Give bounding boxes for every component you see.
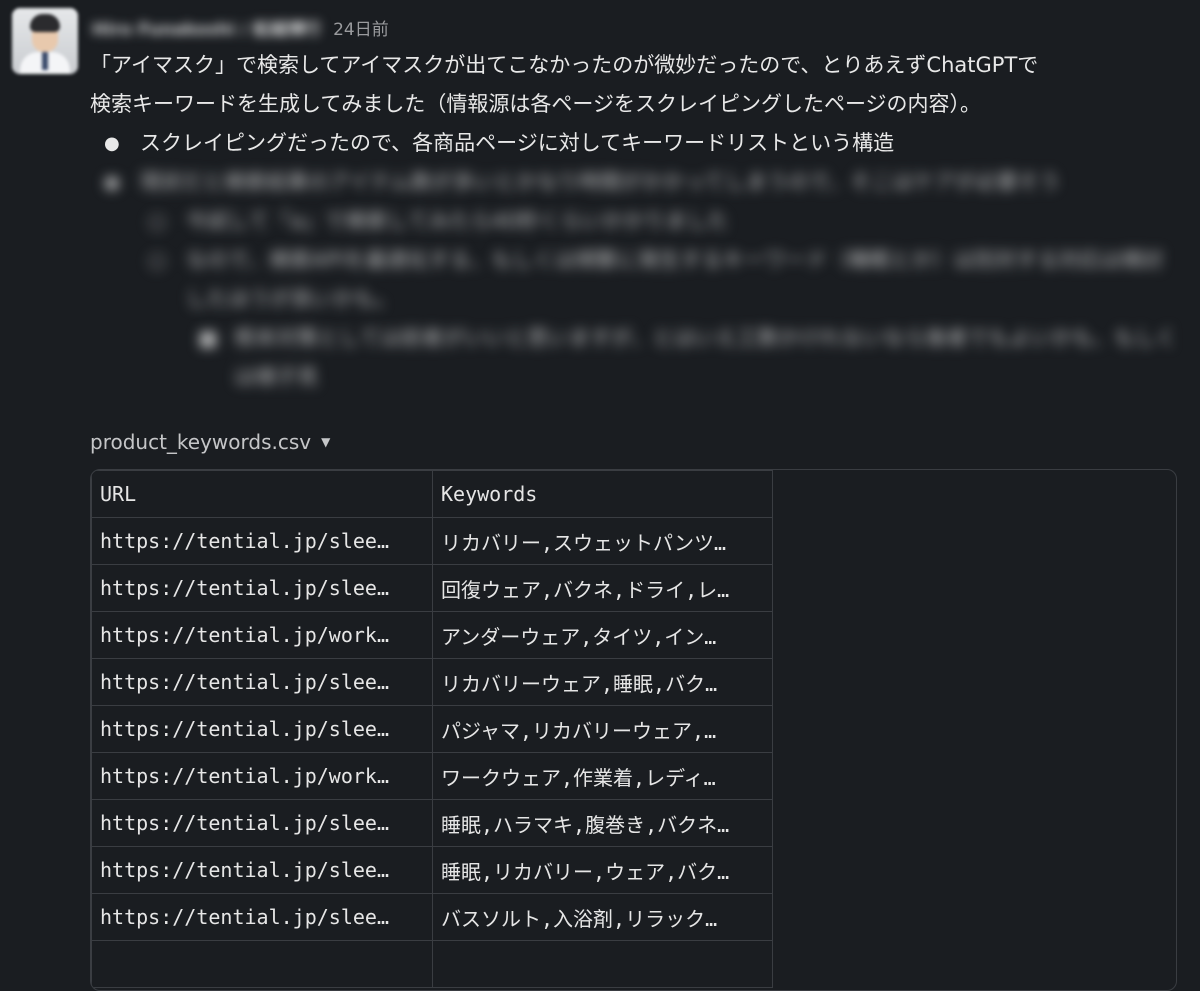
message-line-2: 検索キーワードを生成してみました（情報源は各ページをスクレイピングしたページの内…: [90, 92, 982, 116]
url-cell: https://tential.jp/work…: [91, 752, 433, 800]
file-name-toggle[interactable]: product_keywords.csv ▼: [90, 430, 330, 454]
table-header-row: URL Keywords: [91, 470, 773, 518]
table-row: [91, 940, 773, 988]
bullet-dot-icon: ●: [104, 172, 120, 193]
url-cell: https://tential.jp/slee…: [91, 658, 433, 706]
table-row: https://tential.jp/slee… バスソルト,入浴剤,リラック…: [91, 893, 773, 941]
file-name[interactable]: product_keywords.csv: [90, 430, 311, 454]
timestamp[interactable]: 24日前: [333, 15, 389, 40]
sub-bullet-text: 今試して「a」で検索してみたら40秒くらいかかりました: [186, 209, 729, 233]
message-line-1: 「アイマスク」で検索してアイマスクが出てこなかったのが微妙だったので、とりあえず…: [90, 53, 1039, 77]
url-cell: [91, 940, 433, 988]
table-row: https://tential.jp/slee… 睡眠,リカバリー,ウェア,バク…: [91, 846, 773, 894]
url-cell: https://tential.jp/slee…: [91, 564, 433, 612]
column-header-keywords: Keywords: [432, 470, 773, 518]
table-row: https://tential.jp/slee… リカバリーウェア,睡眠,バク…: [91, 658, 773, 706]
url-cell: https://tential.jp/slee…: [91, 705, 433, 753]
bullet-item: ● スクレイピングだったので、各商品ページに対してキーワードリストという構造: [90, 124, 1180, 163]
table-row: https://tential.jp/work… ワークウェア,作業着,レディ…: [91, 752, 773, 800]
table-row: https://tential.jp/slee… リカバリー,スウェットパンツ…: [91, 517, 773, 565]
avatar-hair: [30, 14, 60, 32]
sub-bullet-item: ○ なので、検索APIを最適化する、もしくは頻繁に発生するキーワード（睡眠とか）…: [90, 241, 1180, 319]
keywords-cell: バスソルト,入浴剤,リラック…: [432, 893, 773, 941]
column-header-url: URL: [91, 470, 433, 518]
avatar[interactable]: [12, 8, 78, 74]
bullet-circle-icon: ○: [148, 248, 167, 272]
keywords-cell: ワークウェア,作業着,レディ…: [432, 752, 773, 800]
keywords-cell: 睡眠,リカバリー,ウェア,バク…: [432, 846, 773, 894]
sub-bullet-item: ○ 今試して「a」で検索してみたら40秒くらいかかりました: [90, 202, 1180, 241]
bullet-text: スクレイピングだったので、各商品ページに対してキーワードリストという構造: [140, 131, 895, 155]
message-header: Hiro Funakoshi / 舩越博行 24日前: [92, 14, 389, 40]
bullet-list: ● スクレイピングだったので、各商品ページに対してキーワードリストという構造 ●…: [90, 124, 1180, 397]
keywords-cell: [432, 940, 773, 988]
table-row: https://tential.jp/slee… 睡眠,ハラマキ,腹巻き,バクネ…: [91, 799, 773, 847]
username[interactable]: Hiro Funakoshi / 舩越博行: [92, 15, 321, 40]
keywords-cell: リカバリー,スウェットパンツ…: [432, 517, 773, 565]
sub-bullet-text: なので、検索APIを最適化する、もしくは頻繁に発生するキーワード（睡眠とか）は別…: [186, 248, 1164, 311]
subsub-bullet-item: ■ 根本対策としては前者がいいと思いますが、とはいえ工数かけれないなら後者でもよ…: [90, 319, 1180, 397]
url-cell: https://tential.jp/slee…: [91, 799, 433, 847]
keywords-cell: 回復ウェア,バクネ,ドライ,レ…: [432, 564, 773, 612]
url-cell: https://tential.jp/slee…: [91, 517, 433, 565]
table-row: https://tential.jp/work… アンダーウェア,タイツ,イン…: [91, 611, 773, 659]
avatar-tie: [42, 52, 48, 70]
table-row: https://tential.jp/slee… 回復ウェア,バクネ,ドライ,レ…: [91, 564, 773, 612]
url-cell: https://tential.jp/work…: [91, 611, 433, 659]
csv-table-body: URL Keywords https://tential.jp/slee… リカバ…: [91, 470, 773, 988]
keywords-cell: 睡眠,ハラマキ,腹巻き,バクネ…: [432, 799, 773, 847]
url-cell: https://tential.jp/slee…: [91, 893, 433, 941]
keywords-cell: パジャマ,リカバリーウェア,…: [432, 705, 773, 753]
bullet-square-icon: ■: [198, 326, 218, 350]
bullet-dot-icon: ●: [104, 133, 120, 154]
csv-table: URL Keywords https://tential.jp/slee… リカバ…: [91, 470, 773, 988]
keywords-cell: リカバリーウェア,睡眠,バク…: [432, 658, 773, 706]
subsub-bullet-text: 根本対策としては前者がいいと思いますが、とはいえ工数かけれないなら後者でもよいか…: [234, 326, 1177, 389]
bullet-item-blurred: ● 現状だと検索結果のアイテム数が多いとかなり時間がかかってしまうので、そこはケ…: [90, 163, 1180, 202]
message-body: 「アイマスク」で検索してアイマスクが出てこなかったのが微妙だったので、とりあえず…: [90, 46, 1180, 397]
caret-down-icon[interactable]: ▼: [321, 435, 330, 449]
bullet-text: 現状だと検索結果のアイテム数が多いとかなり時間がかかってしまうので、そこはケアが…: [140, 170, 1061, 194]
bullet-circle-icon: ○: [148, 209, 167, 233]
csv-preview[interactable]: URL Keywords https://tential.jp/slee… リカバ…: [90, 469, 1177, 991]
table-row: https://tential.jp/slee… パジャマ,リカバリーウェア,…: [91, 705, 773, 753]
keywords-cell: アンダーウェア,タイツ,イン…: [432, 611, 773, 659]
url-cell: https://tential.jp/slee…: [91, 846, 433, 894]
